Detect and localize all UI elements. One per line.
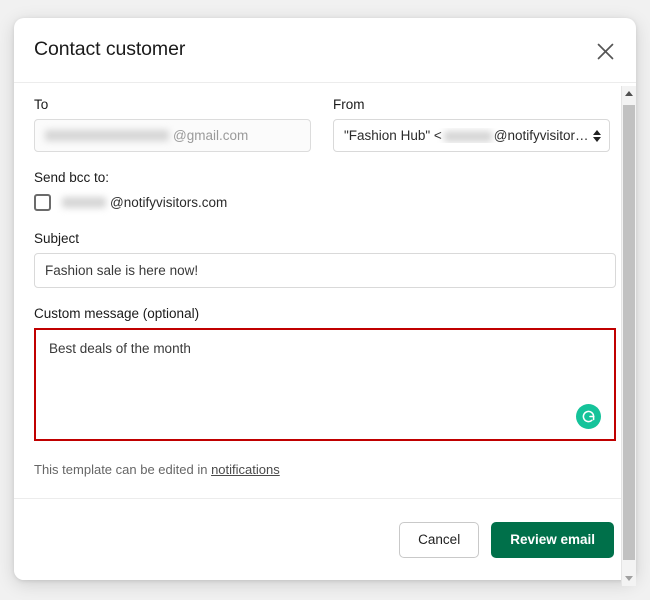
bcc-label: Send bcc to: <box>34 170 616 185</box>
close-icon <box>596 42 615 61</box>
to-value-suffix: @gmail.com <box>173 128 248 143</box>
template-note-text: This template can be edited in <box>34 462 207 477</box>
updown-chevron-icon <box>593 130 601 142</box>
contact-customer-dialog: Contact customer To @gmail.com From <box>14 18 636 580</box>
message-section: Custom message (optional) Best deals of … <box>34 306 616 441</box>
page-title: Contact customer <box>34 38 185 61</box>
to-label: To <box>34 97 311 112</box>
to-field-group: To @gmail.com <box>34 97 311 152</box>
message-textarea[interactable]: Best deals of the month <box>34 328 616 441</box>
scrollbar-up-button[interactable] <box>622 86 636 101</box>
to-redacted-text <box>45 130 169 141</box>
bcc-row: @notifyvisitors.com <box>34 194 616 211</box>
bcc-redacted-text <box>62 197 106 208</box>
subject-input[interactable] <box>34 253 616 288</box>
scrollbar-down-button[interactable] <box>622 571 636 586</box>
dialog-scrollbar[interactable] <box>621 86 636 586</box>
chevron-up-icon <box>625 91 633 96</box>
dialog-header: Contact customer <box>14 18 636 83</box>
from-field-group: From "Fashion Hub" < @notifyvisitor… <box>333 97 610 152</box>
scrollbar-thumb[interactable] <box>623 105 635 560</box>
close-button[interactable] <box>588 34 622 68</box>
review-email-button[interactable]: Review email <box>491 522 614 558</box>
from-select-value: "Fashion Hub" < @notifyvisitor… <box>344 128 587 143</box>
from-label: From <box>333 97 610 112</box>
dialog-body: To @gmail.com From "Fashion Hub" < @notif… <box>14 83 636 498</box>
from-redacted-text <box>444 131 492 142</box>
notifications-link[interactable]: notifications <box>211 462 280 477</box>
cancel-button[interactable]: Cancel <box>399 522 479 558</box>
to-input[interactable]: @gmail.com <box>34 119 311 152</box>
bcc-checkbox[interactable] <box>34 194 51 211</box>
dialog-footer: Cancel Review email <box>14 498 636 580</box>
bcc-section: Send bcc to: @notifyvisitors.com <box>34 170 616 211</box>
subject-label: Subject <box>34 231 616 246</box>
subject-section: Subject <box>34 231 616 288</box>
bcc-email-suffix: @notifyvisitors.com <box>110 195 227 210</box>
template-note: This template can be edited in notificat… <box>34 462 616 477</box>
bcc-email: @notifyvisitors.com <box>62 195 227 210</box>
from-select[interactable]: "Fashion Hub" < @notifyvisitor… <box>333 119 610 152</box>
from-value-suffix: @notifyvisitor… <box>494 128 587 143</box>
from-value-prefix: "Fashion Hub" < <box>344 128 442 143</box>
recipient-row: To @gmail.com From "Fashion Hub" < @notif… <box>34 97 616 152</box>
chevron-down-icon <box>625 576 633 581</box>
message-label: Custom message (optional) <box>34 306 616 321</box>
message-text: Best deals of the month <box>49 341 191 356</box>
grammarly-icon[interactable] <box>576 404 601 429</box>
